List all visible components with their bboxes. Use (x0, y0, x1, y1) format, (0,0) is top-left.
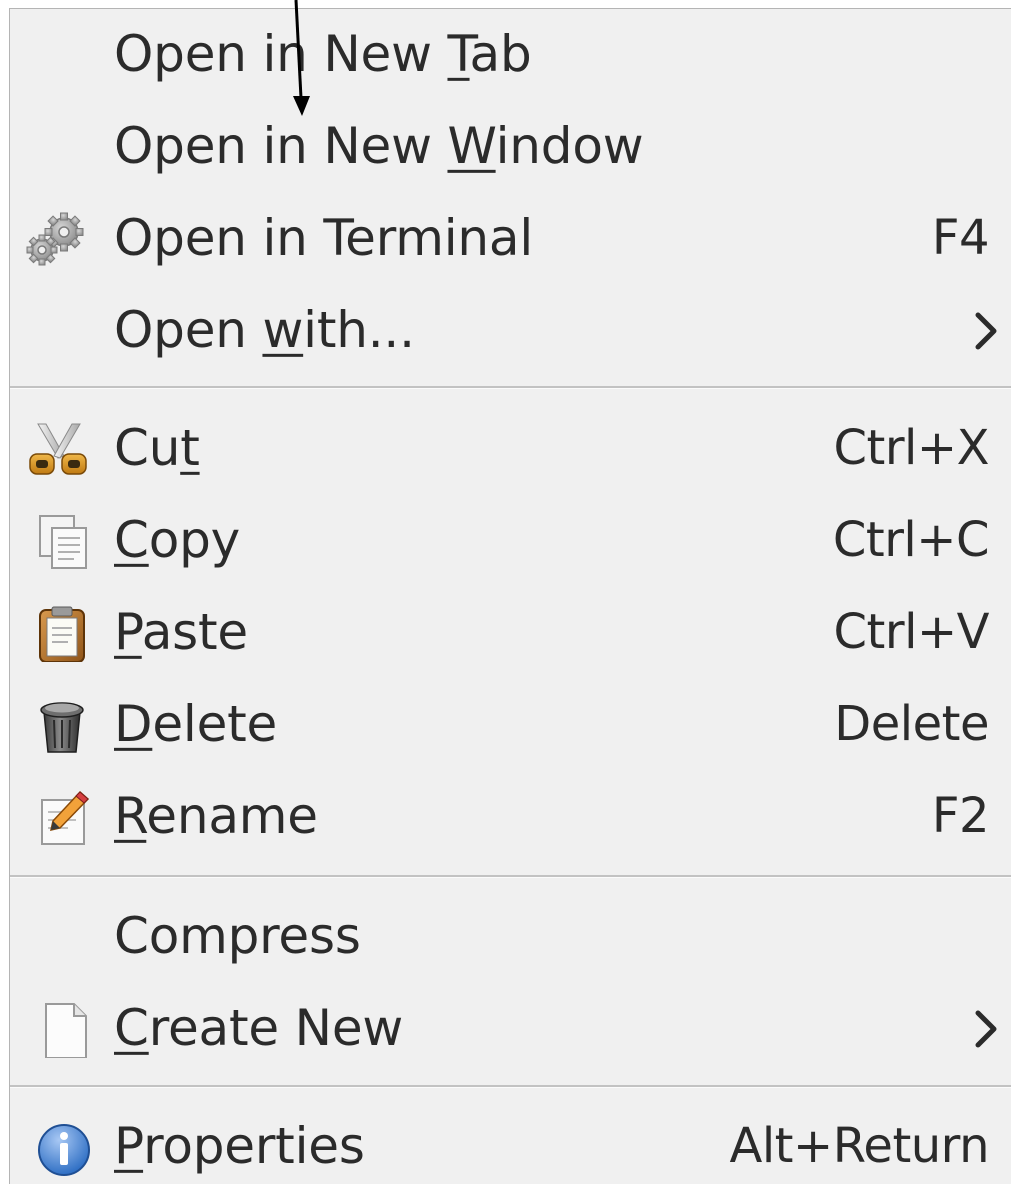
menu-item-label: Open in Terminal (114, 208, 534, 267)
shortcut-label: Ctrl+V (833, 603, 990, 660)
chevron-right-icon (975, 312, 997, 350)
rename-icon (41, 790, 90, 845)
shortcut-label: F4 (931, 209, 990, 266)
menu-item-label: Create New (114, 998, 404, 1057)
menu-item-open-in-new-tab[interactable]: Open in New Tab (10, 9, 1011, 101)
menu-separator (10, 386, 1011, 389)
menu-item-label: Cut (114, 418, 200, 477)
menu-item-properties[interactable]: Properties Alt+Return (10, 1101, 1011, 1193)
chevron-right-icon (975, 1010, 997, 1048)
menu-item-paste[interactable]: Paste Ctrl+V (10, 587, 1011, 679)
menu-item-label: Delete (114, 694, 278, 753)
context-menu: Open in New Tab Open in New Window Open … (9, 8, 1011, 1184)
menu-item-compress[interactable]: Compress (10, 891, 1011, 983)
trash-icon (40, 702, 84, 753)
gears-icon (26, 212, 84, 266)
menu-item-open-in-terminal[interactable]: Open in Terminal F4 (10, 193, 1011, 285)
menu-item-label: Paste (114, 602, 248, 661)
menu-item-label: Open in New Tab (114, 24, 532, 83)
menu-item-label: Properties (114, 1116, 365, 1175)
menu-item-label: Rename (114, 786, 318, 845)
shortcut-label: F2 (931, 787, 990, 844)
menu-item-open-with[interactable]: Open with... (10, 285, 1011, 377)
menu-item-delete[interactable]: Delete Delete (10, 679, 1011, 771)
shortcut-label: Alt+Return (729, 1117, 990, 1174)
clipboard-icon (39, 606, 85, 662)
menu-item-label: Open with... (114, 300, 415, 359)
menu-item-label: Open in New Window (114, 116, 644, 175)
document-icon (45, 1003, 87, 1058)
menu-item-create-new[interactable]: Create New (10, 983, 1011, 1075)
menu-separator (10, 1085, 1011, 1088)
shortcut-label: Ctrl+X (833, 419, 989, 476)
info-icon (38, 1124, 90, 1176)
shortcut-label: Ctrl+C (832, 511, 990, 568)
scissors-icon (29, 423, 87, 475)
menu-item-copy[interactable]: Copy Ctrl+C (10, 495, 1011, 587)
copy-icon (39, 515, 87, 569)
menu-item-cut[interactable]: Cut Ctrl+X (10, 403, 1011, 495)
shortcut-label: Delete (834, 695, 989, 752)
menu-item-rename[interactable]: Rename F2 (10, 771, 1011, 863)
menu-item-label: Compress (114, 906, 361, 965)
menu-item-label: Copy (114, 510, 241, 569)
menu-item-open-in-new-window[interactable]: Open in New Window (10, 101, 1011, 193)
menu-separator (10, 875, 1011, 878)
